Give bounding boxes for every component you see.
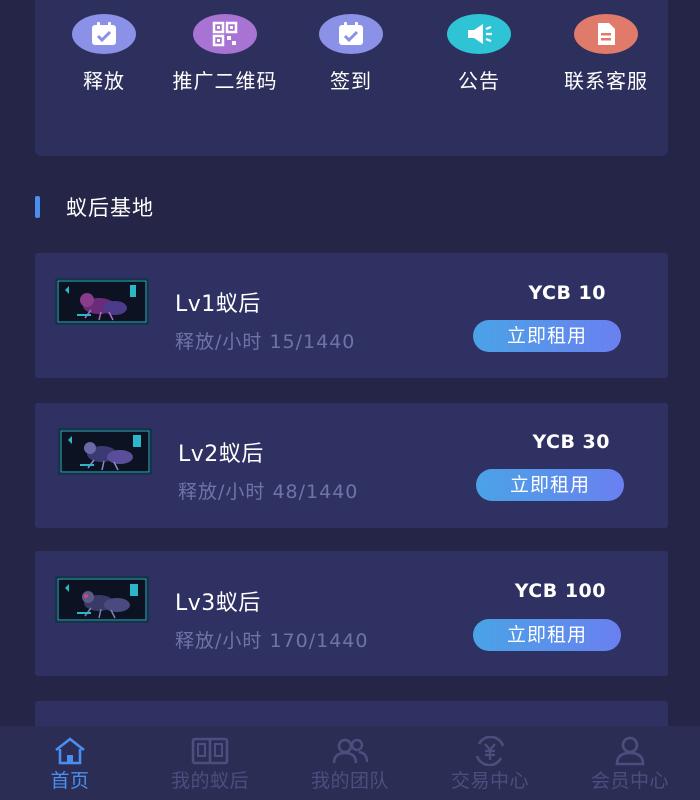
yuan-exchange-icon [475, 736, 505, 766]
rent-now-button[interactable]: 立即租用 [473, 320, 621, 352]
nav-item-home[interactable]: 首页 [0, 726, 140, 800]
document-icon [574, 14, 638, 54]
quick-action-label: 公告 [458, 69, 500, 93]
quick-action-release[interactable]: 释放 [34, 14, 174, 94]
nav-label: 交易中心 [450, 770, 529, 792]
home-icon [55, 737, 85, 765]
card-release-rate: 释放/小时 48/1440 [178, 481, 359, 503]
qr-code-icon [193, 14, 257, 54]
rent-now-button[interactable]: 立即租用 [476, 469, 624, 501]
ant-queen-thumbnail [55, 576, 149, 623]
card-price: YCB 30 [532, 431, 610, 453]
bottom-navigation: 首页 我的蚁后 我的团队 交易中心 会员中心 [0, 726, 700, 800]
card-release-rate: 释放/小时 170/1440 [175, 630, 369, 652]
quick-action-label: 联系客服 [564, 69, 648, 93]
nav-label: 会员中心 [590, 770, 669, 792]
card-release-rate: 释放/小时 15/1440 [175, 331, 356, 353]
section-header: 蚁后基地 [35, 192, 154, 222]
calendar-check-icon [319, 14, 383, 54]
card-title: Lv3蚁后 [175, 591, 261, 616]
quick-action-label: 释放 [83, 69, 125, 93]
nav-item-my-queens[interactable]: 我的蚁后 [140, 726, 280, 800]
card-title: Lv1蚁后 [175, 292, 261, 317]
nav-label: 首页 [50, 770, 90, 792]
nav-item-trade-center[interactable]: 交易中心 [420, 726, 560, 800]
card-title: Lv2蚁后 [178, 442, 264, 467]
product-card-lv3: Lv3蚁后 释放/小时 170/1440 YCB 100 立即租用 [35, 551, 668, 676]
section-accent-bar [35, 196, 40, 218]
book-icon [191, 737, 229, 765]
megaphone-icon [447, 14, 511, 54]
card-price: YCB 10 [528, 282, 606, 304]
quick-action-checkin[interactable]: 签到 [281, 14, 421, 94]
quick-action-support[interactable]: 联系客服 [536, 14, 676, 94]
nav-label: 我的团队 [310, 770, 389, 792]
product-card-lv1: Lv1蚁后 释放/小时 15/1440 YCB 10 立即租用 [35, 253, 668, 378]
ant-queen-thumbnail [58, 428, 152, 475]
team-icon [332, 738, 369, 764]
ant-queen-thumbnail [55, 278, 149, 325]
quick-action-announcement[interactable]: 公告 [409, 14, 549, 94]
nav-item-my-team[interactable]: 我的团队 [280, 726, 420, 800]
section-title: 蚁后基地 [66, 196, 154, 220]
rent-now-button[interactable]: 立即租用 [473, 619, 621, 651]
nav-label: 我的蚁后 [170, 770, 249, 792]
product-card-lv2: Lv2蚁后 释放/小时 48/1440 YCB 30 立即租用 [35, 403, 668, 528]
calendar-check-icon [72, 14, 136, 54]
card-price: YCB 100 [514, 580, 606, 602]
nav-item-member-center[interactable]: 会员中心 [560, 726, 700, 800]
quick-action-panel: 释放 推广二维码 签到 公告 联系客服 [35, 0, 668, 156]
quick-action-label: 签到 [330, 69, 372, 93]
user-icon [615, 736, 645, 766]
app-screen: 释放 推广二维码 签到 公告 联系客服 蚁后基地 Lv1蚁后 释放/小时 15/… [0, 0, 700, 800]
quick-action-qr-code[interactable]: 推广二维码 [155, 14, 295, 94]
quick-action-label: 推广二维码 [172, 69, 278, 93]
